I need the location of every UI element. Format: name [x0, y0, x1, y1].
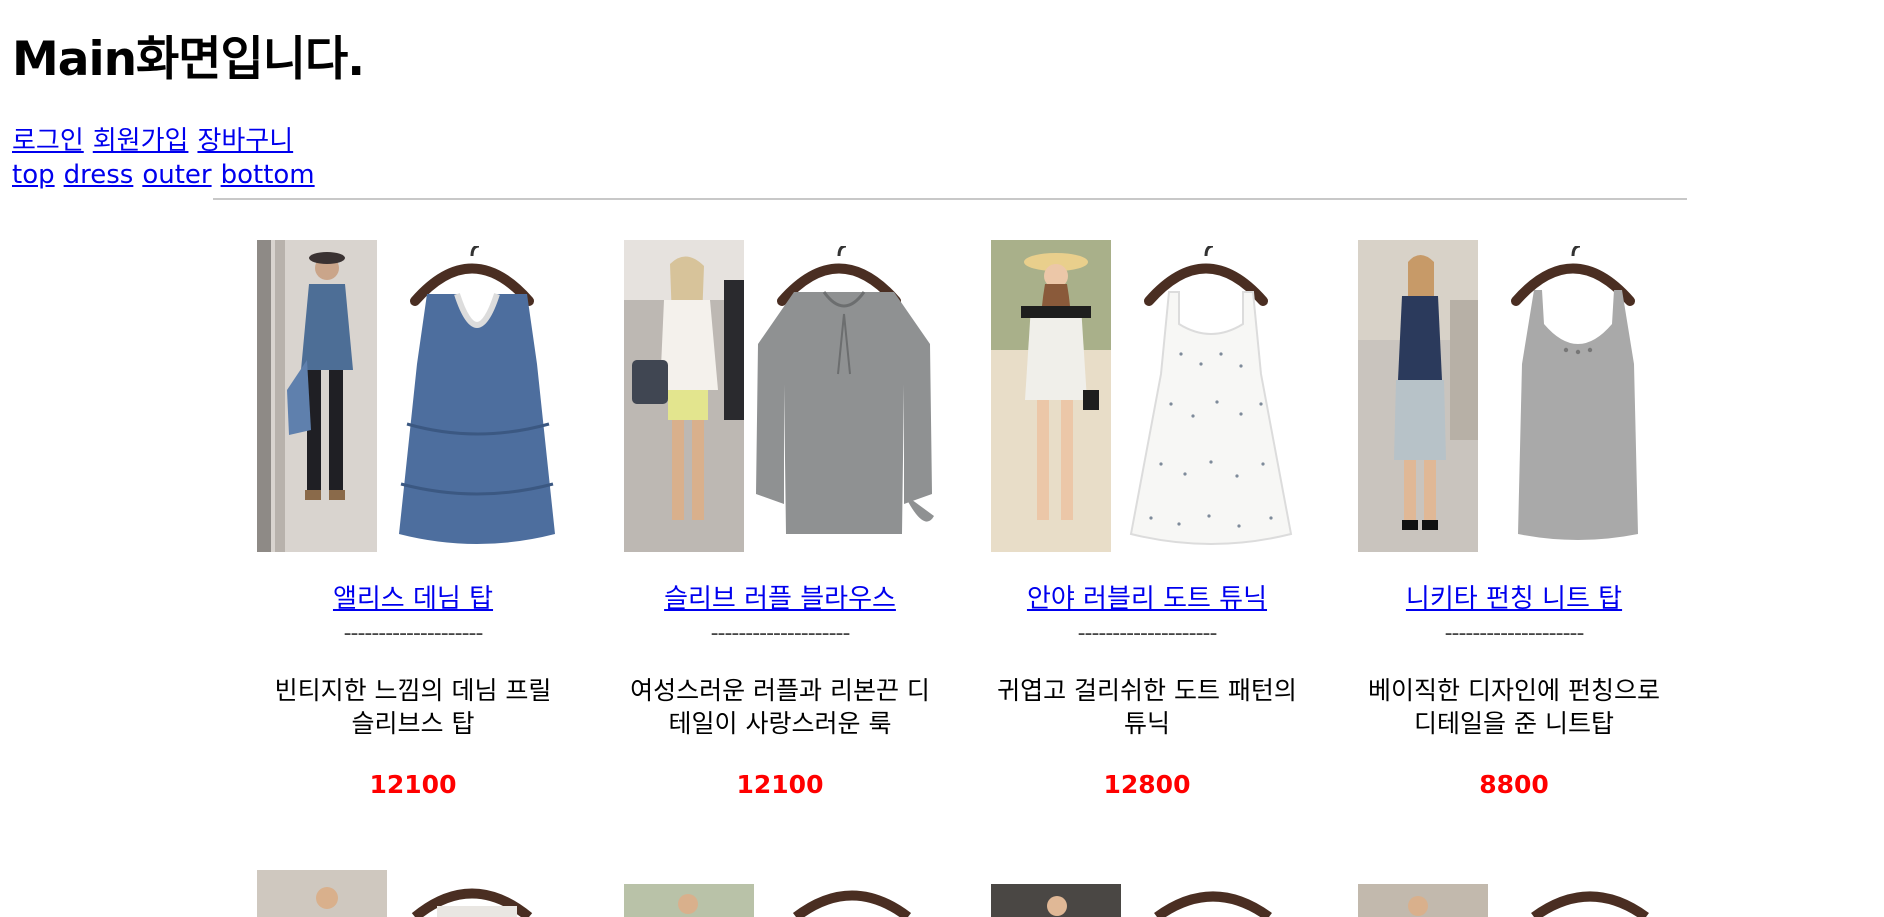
product-image-partial[interactable] — [991, 870, 1303, 917]
model-photo — [624, 240, 754, 552]
garment-denim-top — [399, 293, 555, 544]
product-image[interactable] — [991, 240, 1303, 552]
category-link-bottom[interactable]: bottom — [221, 160, 315, 190]
product-description: 빈티지한 느낌의 데님 프릴 슬리브스 탑 — [274, 676, 552, 738]
product-thumbnail-partial — [624, 884, 912, 917]
product-price: 12800 — [1103, 770, 1191, 799]
model-photo — [1358, 240, 1488, 552]
product-image[interactable] — [624, 240, 936, 552]
product-description: 여성스러운 러플과 리본끈 디테일이 사랑스러운 룩 — [630, 676, 930, 738]
product-name-link[interactable]: 안야 러블리 도트 튜닉 — [977, 582, 1317, 616]
cart-link[interactable]: 장바구니 — [197, 126, 293, 156]
product-price: 12100 — [736, 770, 824, 799]
divider — [213, 198, 1687, 200]
product-description: 귀엽고 걸리쉬한 도트 패턴의 튜닉 — [997, 676, 1297, 738]
category-link-outer[interactable]: outer — [142, 160, 211, 190]
account-nav: 로그인 회원가입 장바구니 — [12, 124, 293, 158]
signup-link[interactable]: 회원가입 — [93, 126, 189, 156]
model-photo — [991, 240, 1121, 552]
page-title: Main화면입니다. — [12, 32, 365, 87]
product-thumbnail-partial — [257, 870, 533, 917]
product-description: 베이직한 디자인에 펀칭으로 디테일을 준 니트탑 — [1368, 676, 1660, 738]
product-image-partial[interactable] — [1358, 870, 1670, 917]
product-name-link[interactable]: 슬리브 러플 블라우스 — [610, 582, 950, 616]
product-image-partial[interactable] — [624, 870, 936, 917]
category-link-dress[interactable]: dress — [64, 160, 134, 190]
product-thumbnail-partial — [991, 884, 1272, 917]
product-card: 앨리스 데님 탑 -------------------- 빈티지한 느낌의 데… — [243, 240, 583, 799]
category-nav: top dress outer bottom — [12, 158, 315, 192]
separator: -------------------- — [343, 621, 484, 646]
category-link-top[interactable]: top — [12, 160, 55, 190]
product-price: 12100 — [369, 770, 457, 799]
separator: -------------------- — [710, 621, 851, 646]
product-card: 안야 러블리 도트 튜닉 -------------------- 귀엽고 걸리… — [977, 240, 1317, 799]
product-card: 슬리브 러플 블라우스 -------------------- 여성스러운 러… — [610, 240, 950, 799]
product-image-partial[interactable] — [257, 870, 569, 917]
model-photo — [257, 240, 387, 552]
product-image[interactable] — [257, 240, 569, 552]
login-link[interactable]: 로그인 — [12, 126, 84, 156]
product-name-link[interactable]: 앨리스 데님 탑 — [243, 582, 583, 616]
product-thumbnail-partial — [1358, 884, 1649, 917]
garment-dot-tunic — [1129, 291, 1293, 545]
separator: -------------------- — [1444, 621, 1585, 646]
product-name-link[interactable]: 니키타 펀칭 니트 탑 — [1344, 582, 1684, 616]
separator: -------------------- — [1077, 621, 1218, 646]
product-image[interactable] — [1358, 240, 1670, 552]
product-card: 니키타 펀칭 니트 탑 -------------------- 베이직한 디자… — [1344, 240, 1684, 799]
garment-grey-blouse — [756, 291, 934, 534]
product-price: 8800 — [1479, 770, 1549, 799]
garment-knit-tank — [1518, 290, 1638, 540]
